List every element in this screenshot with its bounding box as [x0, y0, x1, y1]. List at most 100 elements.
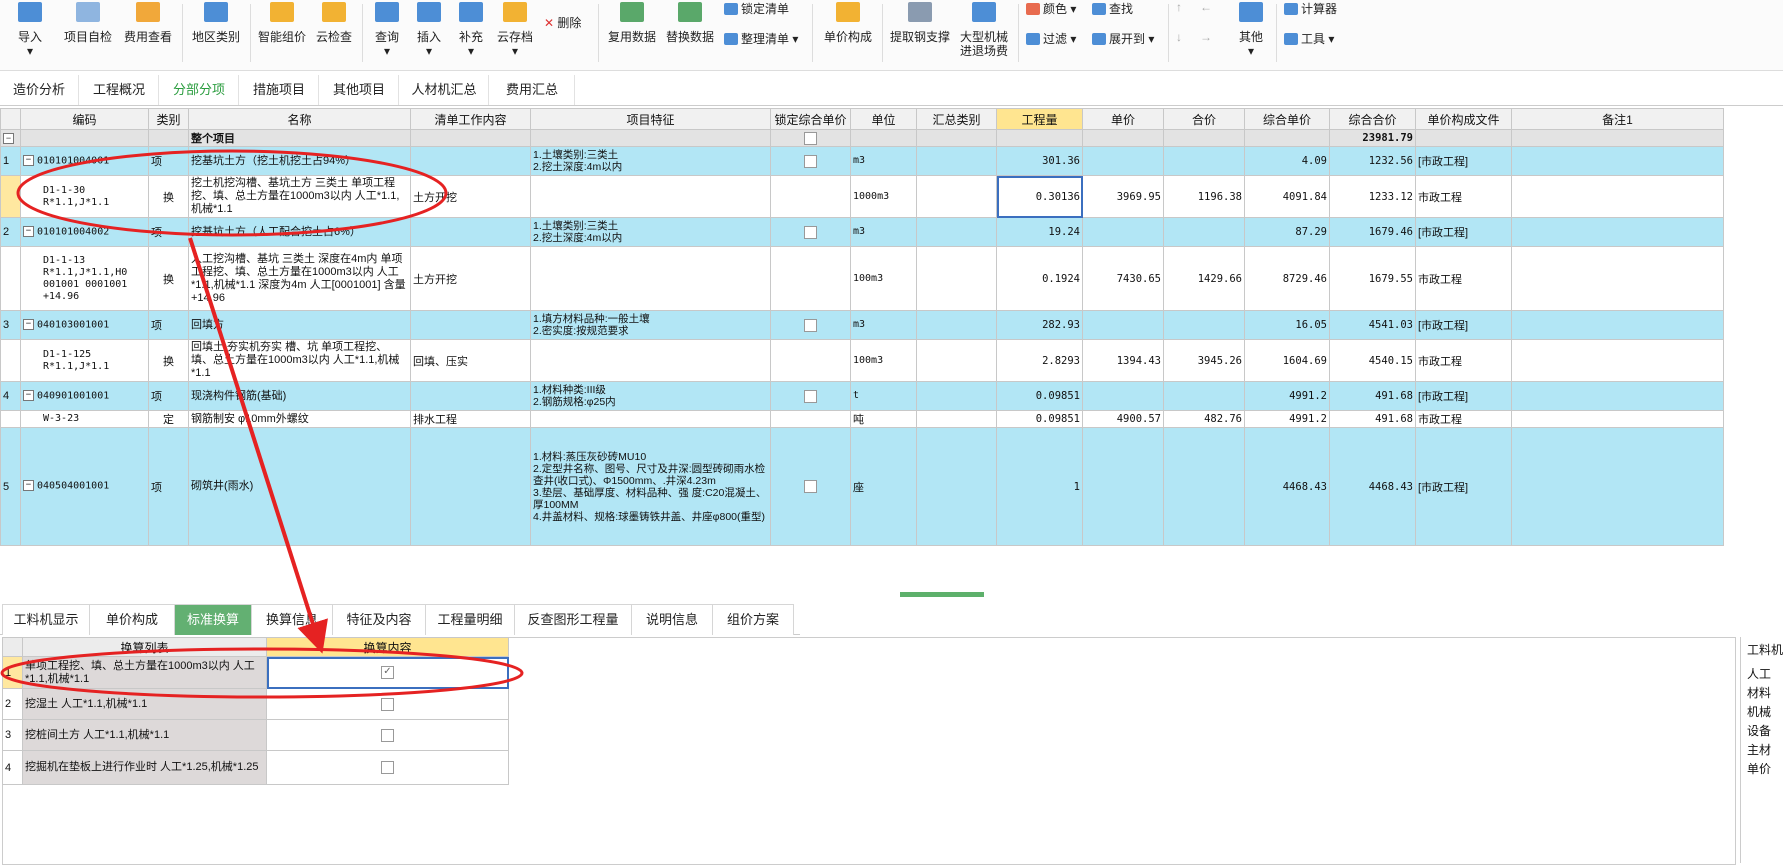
extract-support-button[interactable]: 提取钢支撑	[888, 0, 952, 44]
move-down-button[interactable]: ↓	[1176, 30, 1182, 44]
col-header[interactable]: 备注1	[1511, 108, 1724, 130]
table-row[interactable]: D1-1-125 R*1.1,J*1.1 换 回填土 夯实机夯实 槽、坑 单项工…	[0, 339, 1724, 382]
self-check-button[interactable]: 项目自检	[62, 0, 114, 44]
side-item-unit-price[interactable]: 单价	[1747, 760, 1771, 777]
lock-price-checkbox[interactable]	[804, 154, 817, 168]
name-cell[interactable]: 整个项目	[188, 129, 411, 147]
conversion-checkbox[interactable]	[381, 697, 394, 711]
tab-subdivision[interactable]: 分部分项	[160, 75, 239, 105]
table-row[interactable]: 3 挖桩间土方 人工*1.1,机械*1.1	[2, 719, 509, 751]
tab-measures[interactable]: 措施项目	[240, 75, 319, 105]
tab-project-overview[interactable]: 工程概况	[80, 75, 159, 105]
unit-price-comp-button[interactable]: 单价构成	[820, 0, 876, 44]
large-machine-button[interactable]: 大型机械 进退场费	[958, 0, 1010, 58]
lock-price-checkbox[interactable]	[804, 318, 817, 332]
smart-pricing-button[interactable]: 智能组价	[256, 0, 308, 44]
col-header[interactable]: 工程量	[996, 108, 1083, 130]
collapse-icon[interactable]: −	[23, 318, 34, 330]
table-row[interactable]: 2 −010101004002 项 挖基坑土方（人工配合挖土占6%） 1.土壤类…	[0, 217, 1724, 247]
filter-button[interactable]: 过滤 ▾	[1026, 30, 1076, 47]
col-header[interactable]: 综合合价	[1329, 108, 1416, 130]
panel-splitter-handle[interactable]	[900, 592, 984, 597]
lock-price-checkbox[interactable]	[804, 480, 817, 493]
col-header[interactable]: 名称	[188, 108, 411, 130]
move-right-button[interactable]: →	[1200, 30, 1212, 44]
table-row[interactable]: 5 −040504001001 项 砌筑井(雨水) 1.材料:蒸压灰砂砖MU10…	[0, 427, 1724, 546]
cloud-check-button[interactable]: 云检查	[314, 0, 354, 44]
collapse-icon[interactable]: −	[23, 389, 34, 401]
collapse-icon[interactable]: −	[23, 154, 34, 166]
tab-features-content[interactable]: 特征及内容	[332, 604, 426, 635]
table-row[interactable]: D1-1-30 R*1.1,J*1.1 换 挖土机挖沟槽、基坑土方 三类土 单项…	[0, 175, 1724, 218]
replace-data-button[interactable]: 替换数据	[664, 0, 716, 44]
table-row[interactable]: W-3-23 定 钢筋制安 φ10mm外螺纹 排水工程 吨 0.09851 49…	[0, 410, 1724, 428]
col-header[interactable]: 类别	[148, 108, 189, 130]
side-item-labor[interactable]: 人工	[1747, 665, 1771, 682]
col-header[interactable]: 项目特征	[530, 108, 771, 130]
move-up-button[interactable]: ↑	[1176, 0, 1182, 14]
lock-price-checkbox[interactable]	[804, 389, 817, 403]
query-button[interactable]: 查询 ▾	[372, 0, 402, 58]
table-row[interactable]: − 整个项目 23981.79	[0, 129, 1724, 147]
reuse-data-button[interactable]: 复用数据	[606, 0, 658, 44]
side-item-material[interactable]: 材料	[1747, 684, 1771, 701]
tab-standard-conversion[interactable]: 标准换算	[174, 604, 252, 635]
tab-notes[interactable]: 说明信息	[631, 604, 713, 635]
selected-quantity-cell[interactable]: 0.30136	[996, 175, 1083, 218]
tab-conversion-info[interactable]: 换算信息	[251, 604, 333, 635]
side-item-main-material[interactable]: 主材	[1747, 741, 1771, 758]
col-header[interactable]: 编码	[20, 108, 149, 130]
col-header[interactable]: 换算列表	[22, 637, 267, 657]
tools-button[interactable]: 工具 ▾	[1284, 30, 1334, 47]
side-item-machinery[interactable]: 机械	[1747, 703, 1771, 720]
color-button[interactable]: 颜色 ▾	[1026, 0, 1076, 17]
lock-price-checkbox[interactable]	[804, 225, 817, 239]
table-row[interactable]: 4 −040901001001 项 现浇构件钢筋(基础) 1.材料种类:III级…	[0, 381, 1724, 411]
tab-labor-material-summary[interactable]: 人材机汇总	[400, 75, 489, 105]
tab-pricing-plan[interactable]: 组价方案	[712, 604, 794, 635]
collapse-icon[interactable]: −	[3, 132, 14, 144]
table-row[interactable]: D1-1-13 R*1.1,J*1.1,H0 001001 0001001 +1…	[0, 246, 1724, 311]
other-button[interactable]: 其他 ▾	[1236, 0, 1266, 58]
fee-view-button[interactable]: 费用查看	[122, 0, 174, 44]
col-header[interactable]: 汇总类别	[916, 108, 997, 130]
region-button[interactable]: 地区类别	[190, 0, 242, 44]
table-row[interactable]: 1 −010101004001 项 挖基坑土方（挖土机挖土占94%） 1.土壤类…	[0, 146, 1724, 176]
table-row[interactable]: 2 挖湿土 人工*1.1,机械*1.1	[2, 688, 509, 720]
tab-quantity-detail[interactable]: 工程量明细	[425, 604, 515, 635]
table-row[interactable]: 3 −040103001001 项 回填方 1.填方材料品种:一般土壤 2.密实…	[0, 310, 1724, 340]
col-header[interactable]: 合价	[1163, 108, 1245, 130]
conversion-checkbox[interactable]	[381, 728, 394, 742]
tab-fee-summary[interactable]: 费用汇总	[490, 75, 575, 105]
lock-price-checkbox[interactable]	[804, 131, 817, 145]
col-header[interactable]: 综合单价	[1244, 108, 1330, 130]
delete-button[interactable]: ✕ 删除	[544, 14, 581, 31]
col-header[interactable]: 清单工作内容	[410, 108, 531, 130]
lock-list-button[interactable]: 锁定清单	[724, 0, 789, 17]
col-header[interactable]: 单价构成文件	[1415, 108, 1512, 130]
tab-other-items[interactable]: 其他项目	[320, 75, 399, 105]
tab-cost-analysis[interactable]: 造价分析	[0, 75, 79, 105]
conversion-checkbox[interactable]	[381, 761, 394, 774]
col-header[interactable]: 锁定综合单价	[770, 108, 851, 130]
table-row[interactable]: 1 单项工程挖、填、总土方量在1000m3以内 人工*1.1,机械*1.1 ✓	[2, 656, 509, 689]
side-item-equipment[interactable]: 设备	[1747, 722, 1771, 739]
tab-unit-price-composition[interactable]: 单价构成	[89, 604, 175, 635]
expand-to-button[interactable]: 展开到 ▾	[1092, 30, 1154, 47]
supplement-button[interactable]: 补充 ▾	[456, 0, 486, 58]
find-button[interactable]: 查找	[1092, 0, 1133, 17]
cloud-save-button[interactable]: 云存档 ▾	[496, 0, 534, 58]
import-button[interactable]: 导入 ▾	[14, 0, 46, 58]
tab-materials-display[interactable]: 工料机显示	[2, 604, 90, 635]
collapse-icon[interactable]: −	[23, 480, 34, 492]
table-row[interactable]: 4 挖掘机在垫板上进行作业时 人工*1.25,机械*1.25	[2, 750, 509, 785]
organize-list-button[interactable]: 整理清单 ▾	[724, 30, 798, 47]
col-header[interactable]: 单价	[1082, 108, 1164, 130]
insert-button[interactable]: 插入 ▾	[414, 0, 444, 58]
collapse-icon[interactable]: −	[23, 225, 34, 237]
col-header[interactable]: 单位	[850, 108, 917, 130]
col-header[interactable]: 换算内容	[266, 637, 509, 657]
tab-reverse-graphic-quantity[interactable]: 反查图形工程量	[514, 604, 632, 635]
calculator-button[interactable]: 计算器	[1284, 0, 1337, 17]
conversion-checkbox-checked[interactable]: ✓	[381, 666, 394, 679]
